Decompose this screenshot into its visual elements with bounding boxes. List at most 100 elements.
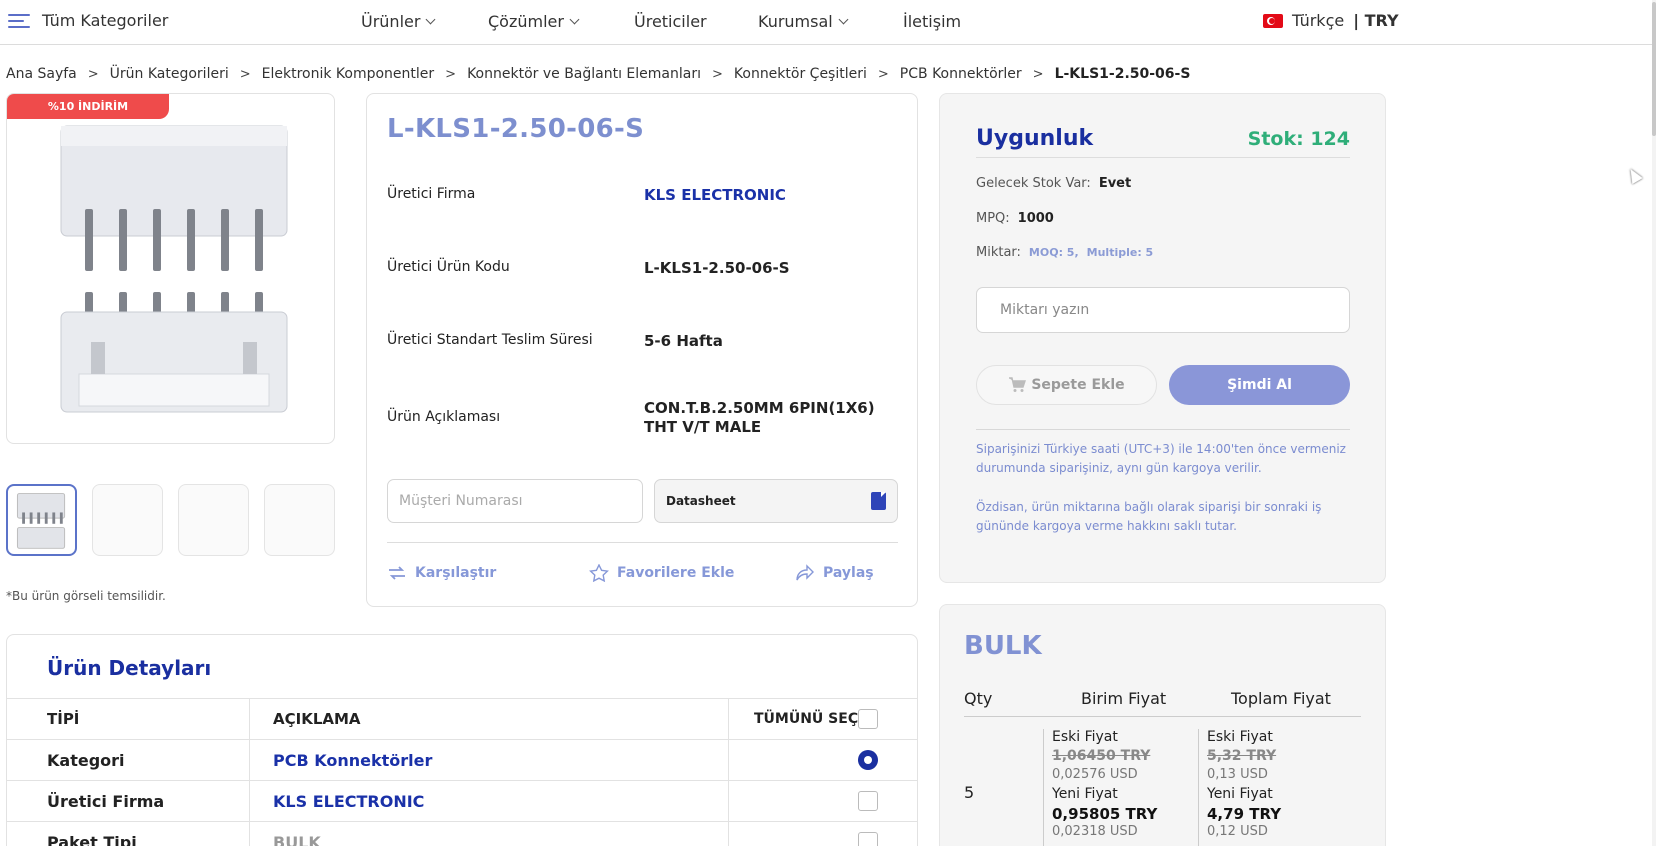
new-unit-price: 0,95805 TRY: [1052, 805, 1158, 823]
multiple-value: Multiple: 5: [1086, 246, 1154, 259]
manufacturer-link[interactable]: KLS ELECTRONIC: [273, 792, 424, 811]
product-image-card[interactable]: %10 İNDİRİM: [6, 93, 335, 444]
menu-item-products[interactable]: Ürünler: [361, 12, 436, 31]
menu-icon: [8, 13, 30, 28]
add-to-favorites-button[interactable]: Favorilere Ekle: [589, 564, 734, 582]
menu-item-corporate[interactable]: Kurumsal: [758, 12, 849, 31]
chevron-down-icon: [838, 14, 849, 25]
all-categories-label: Tüm Kategoriler: [42, 11, 169, 30]
thumbnail-1[interactable]: [6, 484, 77, 556]
datasheet-button[interactable]: Datasheet: [654, 479, 898, 523]
breadcrumb-connectors[interactable]: Konnektör ve Bağlantı Elemanları: [467, 66, 701, 82]
cart-icon: [1009, 377, 1027, 392]
availability-title: Uygunluk: [976, 126, 1094, 151]
menu-item-contact[interactable]: İletişim: [903, 12, 961, 31]
shipping-note: Siparişinizi Türkiye saati (UTC+3) ile 1…: [976, 442, 1346, 475]
thumbnail-strip: [6, 484, 335, 556]
future-stock-row: Gelecek Stok Var: Evet: [976, 176, 1132, 191]
new-total-price: 4,79 TRY: [1207, 805, 1282, 823]
breadcrumb-pcb-connectors[interactable]: PCB Konnektörler: [900, 66, 1022, 82]
bulk-title: BULK: [964, 631, 1042, 661]
availability-card: Uygunluk Stok: 124 Gelecek Stok Var: Evet…: [939, 93, 1386, 583]
row-checkbox[interactable]: [858, 791, 878, 811]
old-unit-price: 1,06450 TRY: [1052, 748, 1151, 764]
table-row: Kategori PCB Konnektörler: [7, 739, 917, 781]
currency-label: | TRY: [1353, 11, 1399, 30]
product-image: [60, 125, 288, 413]
breadcrumb: Ana Sayfa > Ürün Kategorileri > Elektronik…: [6, 66, 1190, 82]
total-price-cell: Eski Fiyat 5,32 TRY 0,13 USD Yeni Fiyat …: [1198, 729, 1348, 846]
language-label: Türkçe: [1292, 11, 1345, 30]
breadcrumb-current: L-KLS1-2.50-06-S: [1054, 66, 1191, 82]
chevron-down-icon: [569, 14, 580, 25]
star-icon: [589, 564, 609, 582]
spec-value: L-KLS1-2.50-06-S: [644, 259, 790, 277]
share-button[interactable]: Paylaş: [795, 564, 874, 582]
menu-item-manufacturers[interactable]: Üreticiler: [634, 12, 707, 31]
customer-number-input[interactable]: [387, 479, 643, 523]
divider: [964, 716, 1361, 717]
manufacturer-link[interactable]: KLS ELECTRONIC: [644, 186, 904, 205]
page-scrollbar[interactable]: [1652, 0, 1656, 846]
turkey-flag-icon: [1263, 13, 1283, 28]
bulk-qty: 5: [964, 783, 975, 802]
chevron-right-icon: >: [87, 66, 99, 82]
breadcrumb-connector-types[interactable]: Konnektör Çeşitleri: [734, 66, 867, 82]
stock-count: Stok: 124: [1247, 128, 1350, 150]
moq-value: MOQ: 5,: [1028, 246, 1079, 259]
old-total-price: 5,32 TRY: [1207, 748, 1277, 764]
language-currency-selector[interactable]: Türkçe | TRY: [1263, 11, 1399, 30]
row-checkbox-selected[interactable]: [858, 750, 878, 770]
quantity-input[interactable]: [976, 287, 1350, 333]
mpq-row: MPQ: 1000: [976, 211, 1054, 226]
chevron-down-icon: [425, 14, 436, 25]
chevron-right-icon: >: [239, 66, 251, 82]
discount-badge: %10 İNDİRİM: [7, 94, 169, 119]
spec-value: 5-6 Hafta: [644, 332, 723, 350]
spec-key: Üretici Standart Teslim Süresi: [387, 332, 593, 348]
top-navigation: Tüm Kategoriler Ürünler Çözümler Üretici…: [0, 0, 1652, 45]
table-row: Paket Tipi BULK: [7, 821, 917, 846]
buy-now-button[interactable]: Şimdi Al: [1169, 365, 1350, 405]
product-title: L-KLS1-2.50-06-S: [387, 114, 645, 144]
details-header-row: TİPİ AÇIKLAMA TÜMÜNÜ SEÇ: [7, 698, 917, 740]
compare-button[interactable]: Karşılaştır: [387, 564, 496, 582]
quantity-rules-row: Miktar: MOQ: 5, Multiple: 5: [976, 245, 1154, 260]
spec-key: Üretici Firma: [387, 186, 476, 202]
chevron-right-icon: >: [1032, 66, 1044, 82]
column-header-unit-price: Birim Fiyat: [1081, 689, 1167, 708]
bulk-pricing-card: BULK Qty Birim Fiyat Toplam Fiyat 5 Eski…: [939, 604, 1386, 846]
header-description: AÇIKLAMA: [273, 710, 361, 728]
breadcrumb-home[interactable]: Ana Sayfa: [6, 66, 77, 82]
select-all-checkbox[interactable]: [858, 709, 878, 729]
column-header-total-price: Toplam Fiyat: [1231, 689, 1331, 708]
pdf-icon: [871, 492, 886, 510]
thumbnail-4[interactable]: [264, 484, 335, 556]
select-all-label: TÜMÜNÜ SEÇ: [754, 711, 859, 727]
divider: [976, 429, 1350, 430]
share-icon: [796, 564, 814, 581]
unit-price-cell: Eski Fiyat 1,06450 TRY 0,02576 USD Yeni …: [1043, 729, 1193, 846]
spec-key: Üretici Ürün Kodu: [387, 259, 510, 275]
column-header-qty: Qty: [964, 689, 993, 708]
breadcrumb-categories[interactable]: Ürün Kategorileri: [110, 66, 229, 82]
add-to-cart-button[interactable]: Sepete Ekle: [976, 365, 1157, 405]
header-type: TİPİ: [47, 710, 80, 728]
row-checkbox[interactable]: [858, 832, 878, 846]
product-info-card: L-KLS1-2.50-06-S Üretici Firma KLS ELECT…: [366, 93, 918, 607]
product-details-card: Ürün Detayları TİPİ AÇIKLAMA TÜMÜNÜ SEÇ …: [6, 634, 918, 846]
divider: [387, 542, 898, 543]
all-categories-button[interactable]: Tüm Kategoriler: [8, 11, 168, 30]
category-link[interactable]: PCB Konnektörler: [273, 751, 432, 770]
shipping-disclaimer: Özdisan, ürün miktarına bağlı olarak sip…: [976, 500, 1322, 533]
menu-item-solutions[interactable]: Çözümler: [488, 12, 580, 31]
chevron-right-icon: >: [877, 66, 889, 82]
breadcrumb-electronic-components[interactable]: Elektronik Komponentler: [262, 66, 435, 82]
compare-icon: [389, 566, 405, 580]
package-type-value: BULK: [273, 833, 321, 846]
thumbnail-2[interactable]: [92, 484, 163, 556]
spec-key: Ürün Açıklaması: [387, 409, 501, 425]
thumbnail-3[interactable]: [178, 484, 249, 556]
mouse-cursor-icon: [1625, 165, 1643, 185]
datasheet-label: Datasheet: [666, 494, 736, 508]
